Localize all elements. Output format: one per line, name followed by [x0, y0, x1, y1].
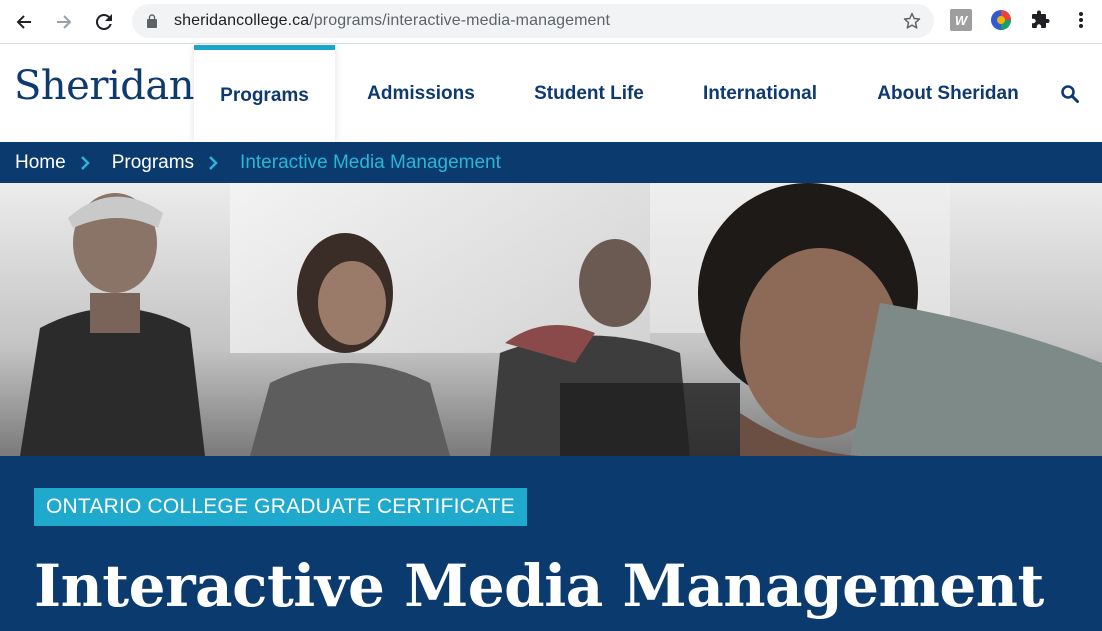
hero-image	[0, 183, 1102, 456]
url-text: sheridancollege.ca/programs/interactive-…	[174, 4, 610, 38]
nav-about-sheridan[interactable]: About Sheridan	[862, 45, 1034, 142]
forward-arrow-icon[interactable]	[48, 6, 80, 38]
page-title: Interactive Media Management	[34, 552, 1044, 620]
nav-student-life[interactable]: Student Life	[518, 45, 660, 142]
search-icon[interactable]	[1056, 80, 1084, 108]
back-arrow-icon[interactable]	[8, 6, 40, 38]
hero-photo-illustration	[0, 183, 1102, 456]
nav-admissions[interactable]: Admissions	[350, 45, 492, 142]
browser-toolbar: sheridancollege.ca/programs/interactive-…	[0, 0, 1102, 44]
program-banner: ONTARIO COLLEGE GRADUATE CERTIFICATE Int…	[0, 456, 1102, 631]
w-extension-label: W	[954, 12, 968, 28]
star-icon[interactable]	[902, 11, 922, 36]
lock-icon	[146, 14, 158, 33]
url-domain: sheridancollege.ca	[174, 12, 310, 29]
chevron-right-icon	[208, 155, 218, 171]
chevron-right-icon	[80, 155, 90, 171]
breadcrumb: Home Programs Interactive Media Manageme…	[0, 142, 1102, 183]
address-bar[interactable]: sheridancollege.ca/programs/interactive-…	[132, 4, 934, 38]
url-path: /programs/interactive-media-management	[309, 12, 611, 29]
puzzle-icon[interactable]	[1030, 9, 1052, 31]
sheridan-logo[interactable]: Sheridan	[14, 63, 194, 109]
nav-programs[interactable]: Programs	[194, 45, 335, 142]
w-extension-icon[interactable]: W	[950, 9, 972, 31]
colorful-circle-extension-icon[interactable]	[990, 9, 1012, 31]
credential-badge: ONTARIO COLLEGE GRADUATE CERTIFICATE	[34, 488, 527, 526]
site-header: Sheridan Programs Admissions Student Lif…	[0, 45, 1102, 142]
nav-international[interactable]: International	[688, 45, 832, 142]
reload-icon[interactable]	[88, 6, 120, 38]
vertical-dots-menu-icon[interactable]	[1070, 9, 1092, 31]
breadcrumb-current: Interactive Media Management	[240, 151, 501, 173]
breadcrumb-programs[interactable]: Programs	[112, 152, 194, 174]
breadcrumb-home[interactable]: Home	[15, 152, 66, 174]
